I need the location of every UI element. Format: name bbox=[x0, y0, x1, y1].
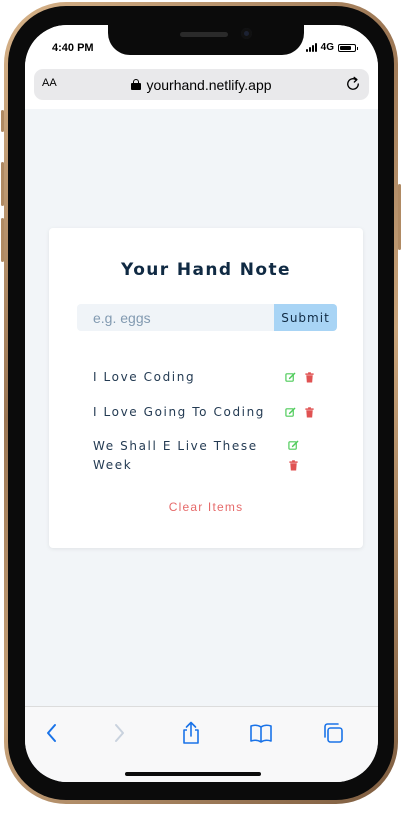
item-input[interactable] bbox=[77, 304, 274, 331]
tabs-icon[interactable] bbox=[320, 720, 346, 746]
list-item: We Shall E Live These Week bbox=[93, 437, 333, 477]
battery-icon bbox=[338, 43, 358, 52]
phone-volume-down-button bbox=[1, 218, 4, 262]
trash-icon[interactable] bbox=[304, 407, 315, 418]
phone-volume-up-button bbox=[1, 162, 4, 206]
share-icon[interactable] bbox=[178, 720, 204, 746]
screen: 4:40 PM 4G AA yourhand.netlify.app Your … bbox=[25, 25, 378, 782]
phone-side-button bbox=[1, 110, 4, 132]
notch bbox=[108, 25, 304, 55]
item-actions bbox=[285, 407, 315, 418]
home-indicator bbox=[125, 772, 261, 776]
list-item: I Love Coding bbox=[93, 368, 333, 403]
browser-address-area: AA yourhand.netlify.app bbox=[25, 69, 378, 109]
list-item: I Love Going To Coding bbox=[93, 403, 333, 437]
url-text: yourhand.netlify.app bbox=[146, 76, 272, 93]
lock-icon bbox=[131, 79, 142, 90]
network-type: 4G bbox=[320, 42, 334, 53]
forward-icon[interactable] bbox=[106, 720, 132, 746]
note-card: Your Hand Note Submit I Love Coding bbox=[49, 228, 363, 548]
front-camera bbox=[241, 28, 252, 39]
edit-icon[interactable] bbox=[285, 407, 296, 418]
list-item-text: I Love Coding bbox=[93, 370, 196, 384]
text-size-button[interactable]: AA bbox=[42, 77, 57, 89]
list-item-text: I Love Going To Coding bbox=[93, 405, 266, 419]
item-list: I Love Coding I Love Going To Coding We … bbox=[93, 368, 333, 477]
item-actions bbox=[288, 440, 299, 471]
back-icon[interactable] bbox=[39, 720, 65, 746]
item-actions bbox=[285, 372, 315, 383]
phone-bezel: 4:40 PM 4G AA yourhand.netlify.app Your … bbox=[8, 6, 394, 800]
trash-icon[interactable] bbox=[288, 460, 299, 471]
item-form: Submit bbox=[77, 304, 337, 331]
battery-level bbox=[340, 45, 352, 50]
list-item-text: We Shall E Live These Week bbox=[93, 439, 258, 472]
edit-icon[interactable] bbox=[285, 372, 296, 383]
clear-items-button[interactable]: Clear Items bbox=[49, 500, 363, 514]
phone-power-button bbox=[398, 184, 401, 250]
app-title: Your Hand Note bbox=[121, 260, 291, 280]
edit-icon[interactable] bbox=[288, 440, 299, 451]
url-display[interactable]: yourhand.netlify.app bbox=[131, 76, 272, 93]
cellular-signal-icon bbox=[305, 43, 317, 52]
speaker bbox=[180, 32, 228, 37]
bookmarks-icon[interactable] bbox=[248, 720, 274, 746]
address-bar[interactable]: AA yourhand.netlify.app bbox=[34, 69, 369, 100]
status-time: 4:40 PM bbox=[52, 42, 94, 54]
browser-toolbar bbox=[25, 706, 378, 782]
submit-button[interactable]: Submit bbox=[274, 304, 337, 331]
trash-icon[interactable] bbox=[304, 372, 315, 383]
status-indicators: 4G bbox=[305, 42, 358, 53]
status-bar: 4:40 PM 4G bbox=[25, 25, 378, 69]
phone-frame: 4:40 PM 4G AA yourhand.netlify.app Your … bbox=[1, 2, 401, 804]
reload-icon[interactable] bbox=[344, 75, 362, 93]
